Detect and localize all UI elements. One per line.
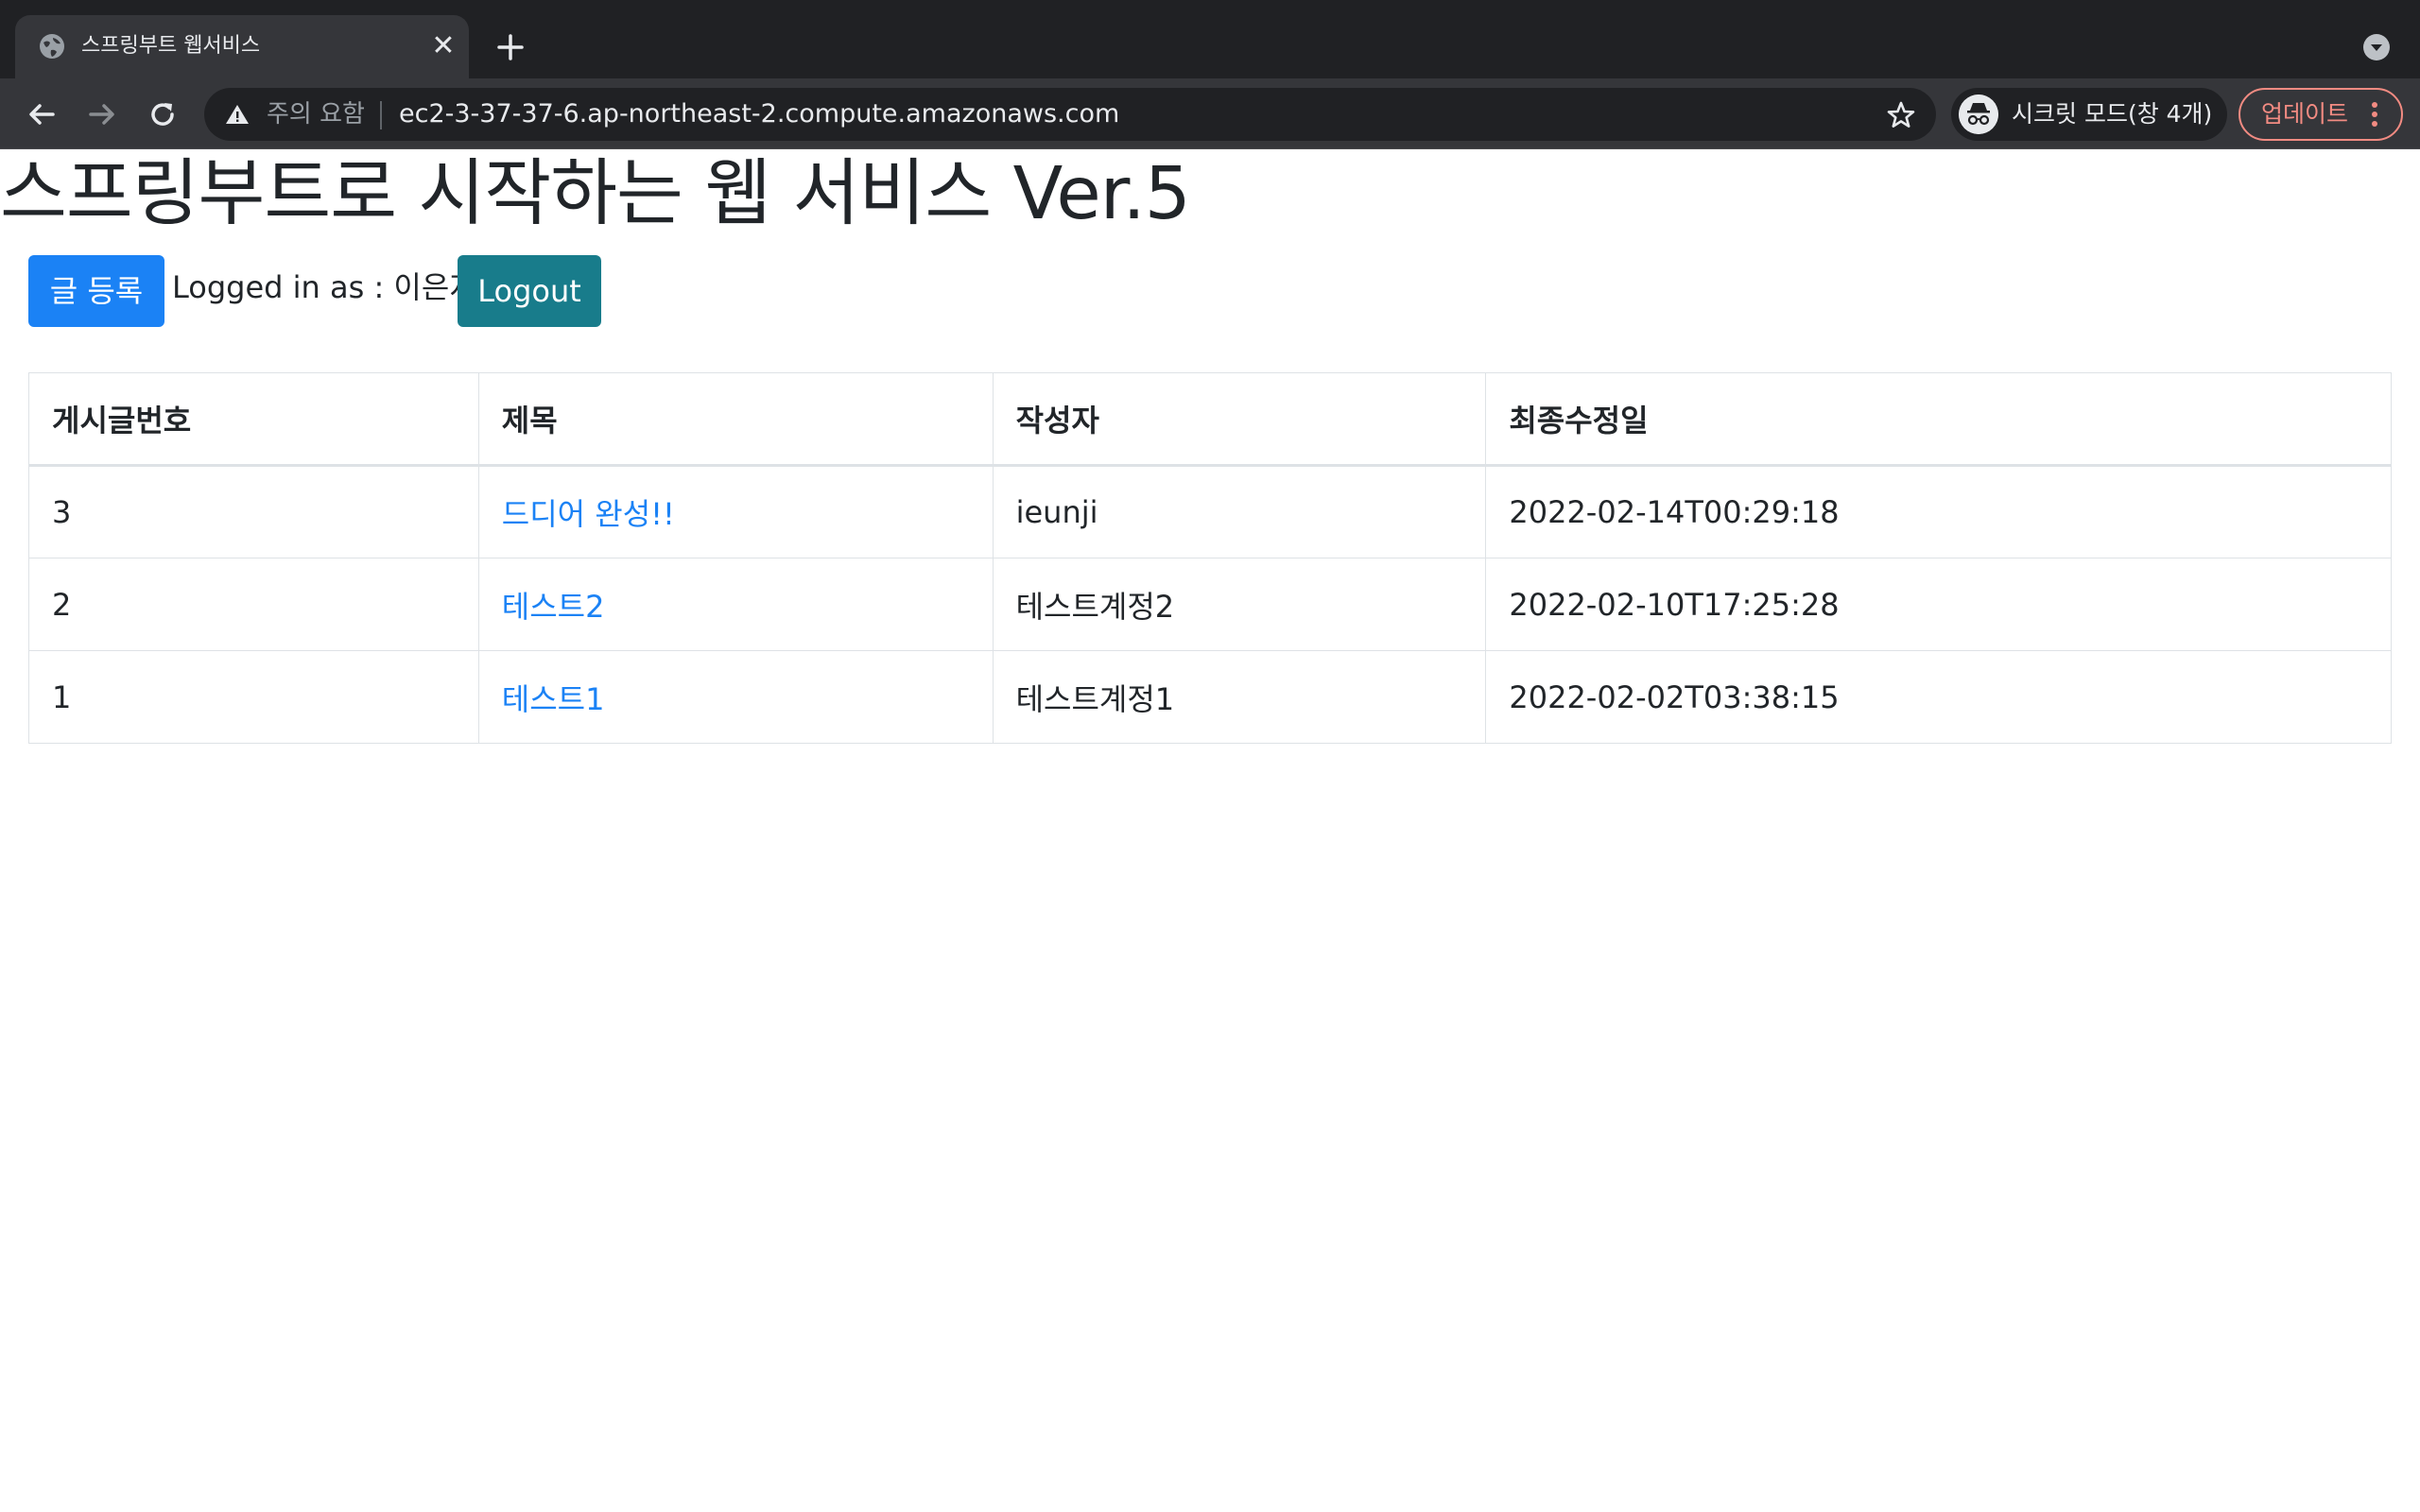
url-text[interactable]: ec2-3-37-37-6.ap-northeast-2.compute.ama…: [399, 99, 1119, 129]
browser-toolbar: 주의 요함 ec2-3-37-37-6.ap-northeast-2.compu…: [0, 78, 2420, 149]
posts-table: 게시글번호 제목 작성자 최종수정일 3 드디어 완성!! ieunji 202…: [28, 372, 2392, 744]
cell-modified-date: 2022-02-10T17:25:28: [1485, 558, 2392, 651]
plus-icon[interactable]: [492, 28, 529, 66]
table-row: 3 드디어 완성!! ieunji 2022-02-14T00:29:18: [28, 465, 2392, 558]
close-icon[interactable]: ✕: [427, 30, 459, 62]
incognito-icon: [1959, 94, 1998, 134]
chevron-down-icon[interactable]: [2361, 32, 2392, 62]
warning-icon[interactable]: [225, 103, 250, 126]
page-content: 스프링부트로 시작하는 웹 서비스 Ver.5 글 등록 Logged in a…: [0, 149, 2420, 1512]
header-author: 작성자: [992, 372, 1487, 467]
cell-post-id: 1: [28, 650, 479, 744]
update-label: 업데이트: [2261, 100, 2349, 128]
table-row: 1 테스트1 테스트계정1 2022-02-02T03:38:15: [28, 650, 2392, 744]
globe-icon: [40, 34, 64, 59]
page-title: 스프링부트로 시작하는 웹 서비스 Ver.5: [0, 152, 1191, 236]
cell-modified-date: 2022-02-14T00:29:18: [1485, 465, 2392, 558]
incognito-indicator[interactable]: 시크릿 모드(창 4개): [1951, 88, 2227, 141]
table-header-row: 게시글번호 제목 작성자 최종수정일: [28, 372, 2392, 467]
header-post-id: 게시글번호: [28, 372, 479, 467]
cell-title: 드디어 완성!!: [477, 465, 994, 558]
post-title-link[interactable]: 테스트2: [502, 589, 605, 625]
register-post-button[interactable]: 글 등록: [28, 255, 164, 327]
table-row: 2 테스트2 테스트계정2 2022-02-10T17:25:28: [28, 558, 2392, 651]
header-modified-date: 최종수정일: [1485, 372, 2392, 467]
post-title-link[interactable]: 드디어 완성!!: [502, 496, 675, 532]
cell-author: ieunji: [992, 465, 1487, 558]
incognito-label: 시크릿 모드(창 4개): [2012, 100, 2213, 128]
forward-arrow-icon[interactable]: [83, 95, 121, 133]
logged-in-user-text: Logged in as : 이은지: [172, 269, 477, 305]
security-warning-label[interactable]: 주의 요함: [267, 99, 365, 129]
cell-title: 테스트1: [477, 650, 994, 744]
logout-button[interactable]: Logout: [458, 255, 601, 327]
reload-icon[interactable]: [144, 95, 182, 133]
cell-title: 테스트2: [477, 558, 994, 651]
update-button[interactable]: 업데이트: [2238, 88, 2403, 141]
omnibox-divider: [380, 101, 382, 129]
star-icon[interactable]: [1885, 99, 1917, 131]
more-vert-icon[interactable]: [2365, 99, 2384, 129]
post-title-link[interactable]: 테스트1: [502, 681, 605, 717]
back-arrow-icon[interactable]: [23, 95, 60, 133]
cell-post-id: 2: [28, 558, 479, 651]
header-title: 제목: [477, 372, 994, 467]
cell-author: 테스트계정1: [992, 650, 1487, 744]
cell-modified-date: 2022-02-02T03:38:15: [1485, 650, 2392, 744]
browser-tab[interactable]: 스프링부트 웹서비스 ✕: [15, 15, 469, 78]
cell-post-id: 3: [28, 465, 479, 558]
tab-title: 스프링부트 웹서비스: [81, 34, 261, 58]
tab-strip: 스프링부트 웹서비스 ✕: [0, 0, 2420, 78]
cell-author: 테스트계정2: [992, 558, 1487, 651]
address-bar[interactable]: 주의 요함 ec2-3-37-37-6.ap-northeast-2.compu…: [204, 88, 1936, 141]
